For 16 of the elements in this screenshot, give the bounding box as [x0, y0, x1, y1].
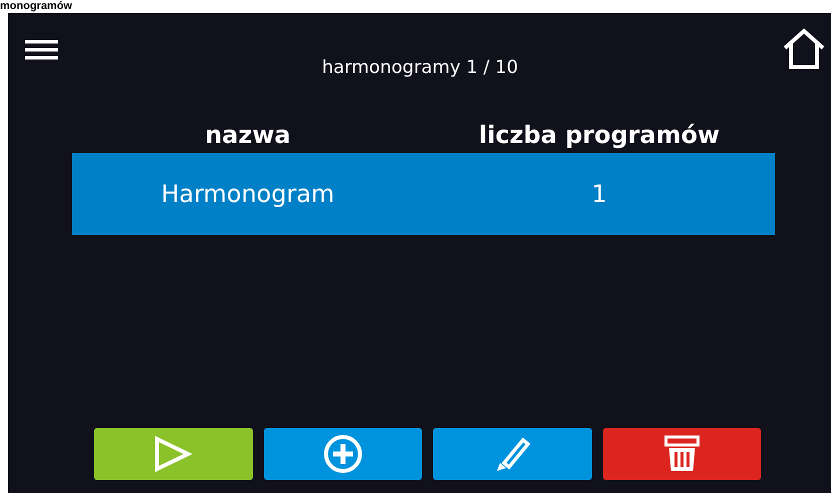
- edit-button[interactable]: [433, 428, 592, 480]
- table-row[interactable]: Harmonogram 1: [72, 153, 775, 235]
- add-icon: [322, 434, 363, 474]
- menu-icon[interactable]: [25, 40, 58, 60]
- add-button[interactable]: [264, 428, 422, 480]
- column-header: liczba programów: [478, 121, 721, 149]
- trash-icon: [664, 435, 700, 473]
- caption-text: monogramów: [0, 0, 72, 12]
- home-icon[interactable]: [782, 28, 826, 70]
- table-cell-text: 1: [590, 180, 608, 208]
- table-cell-text: Harmonogram: [160, 180, 336, 208]
- delete-button[interactable]: [602, 428, 761, 480]
- screen-title: harmonogramy 1 / 10: [320, 57, 520, 78]
- play-icon: [154, 436, 192, 472]
- column-header: nazwa: [204, 121, 292, 149]
- pencil-icon: [494, 435, 530, 473]
